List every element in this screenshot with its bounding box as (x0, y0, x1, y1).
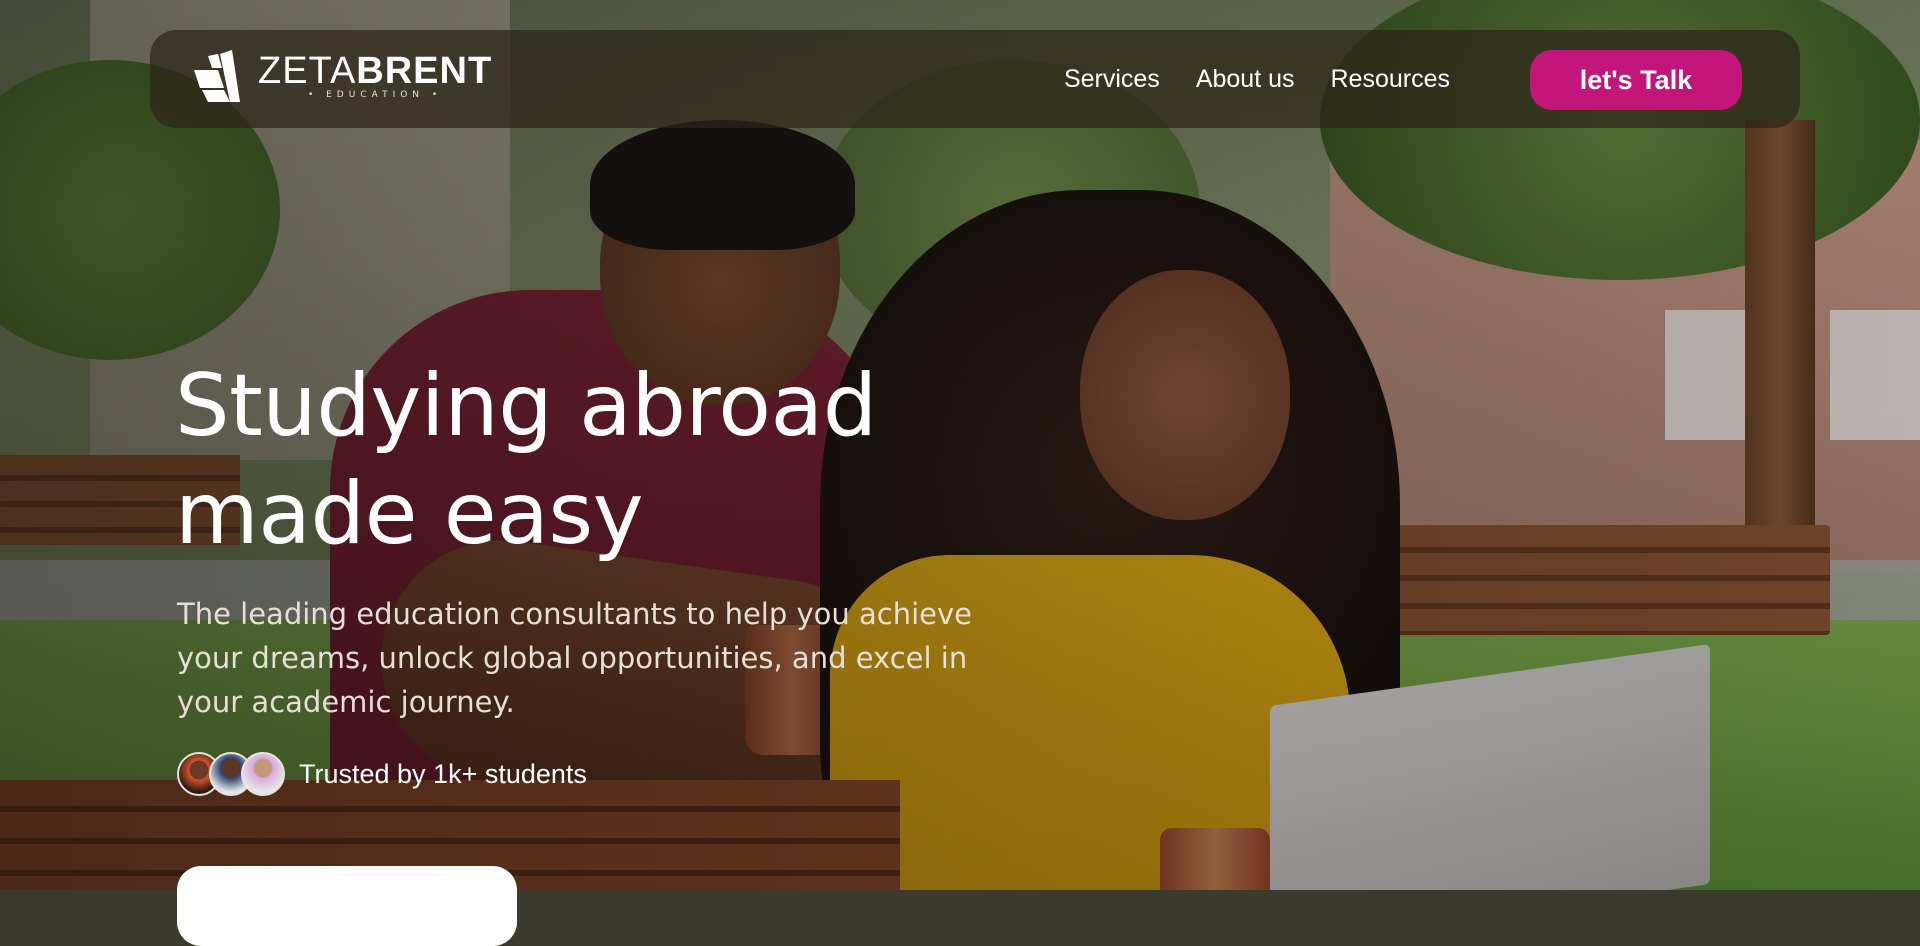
hero-title-line-2: made easy (175, 464, 644, 564)
logo-wordmark: ZETABRENT • EDUCATION • (258, 52, 492, 100)
hero-title-line-1: Studying abroad (175, 356, 877, 456)
lets-talk-button[interactable]: let's Talk (1530, 50, 1742, 110)
avatar (241, 752, 285, 796)
nav-link-services[interactable]: Services (1064, 65, 1160, 94)
hero-subtitle: The leading education consultants to hel… (177, 597, 972, 719)
logo-name-part1: ZETA (258, 50, 357, 92)
logo-icon (194, 50, 240, 102)
nav-link-resources[interactable]: Resources (1331, 65, 1451, 94)
navbar: ZETABRENT • EDUCATION • Services About u… (150, 30, 1800, 128)
student-avatars (177, 752, 285, 796)
hero-title: Studying abroad made easy (175, 352, 877, 568)
nav-links: Services About us Resources (1064, 30, 1450, 128)
trusted-badge: Trusted by 1k+ students (177, 752, 587, 796)
trusted-text: Trusted by 1k+ students (299, 758, 587, 789)
nav-link-about-us[interactable]: About us (1196, 65, 1295, 94)
logo-name-part2: BRENT (356, 50, 493, 92)
brand-logo[interactable]: ZETABRENT • EDUCATION • (190, 48, 492, 104)
hero-primary-button[interactable] (177, 866, 517, 946)
